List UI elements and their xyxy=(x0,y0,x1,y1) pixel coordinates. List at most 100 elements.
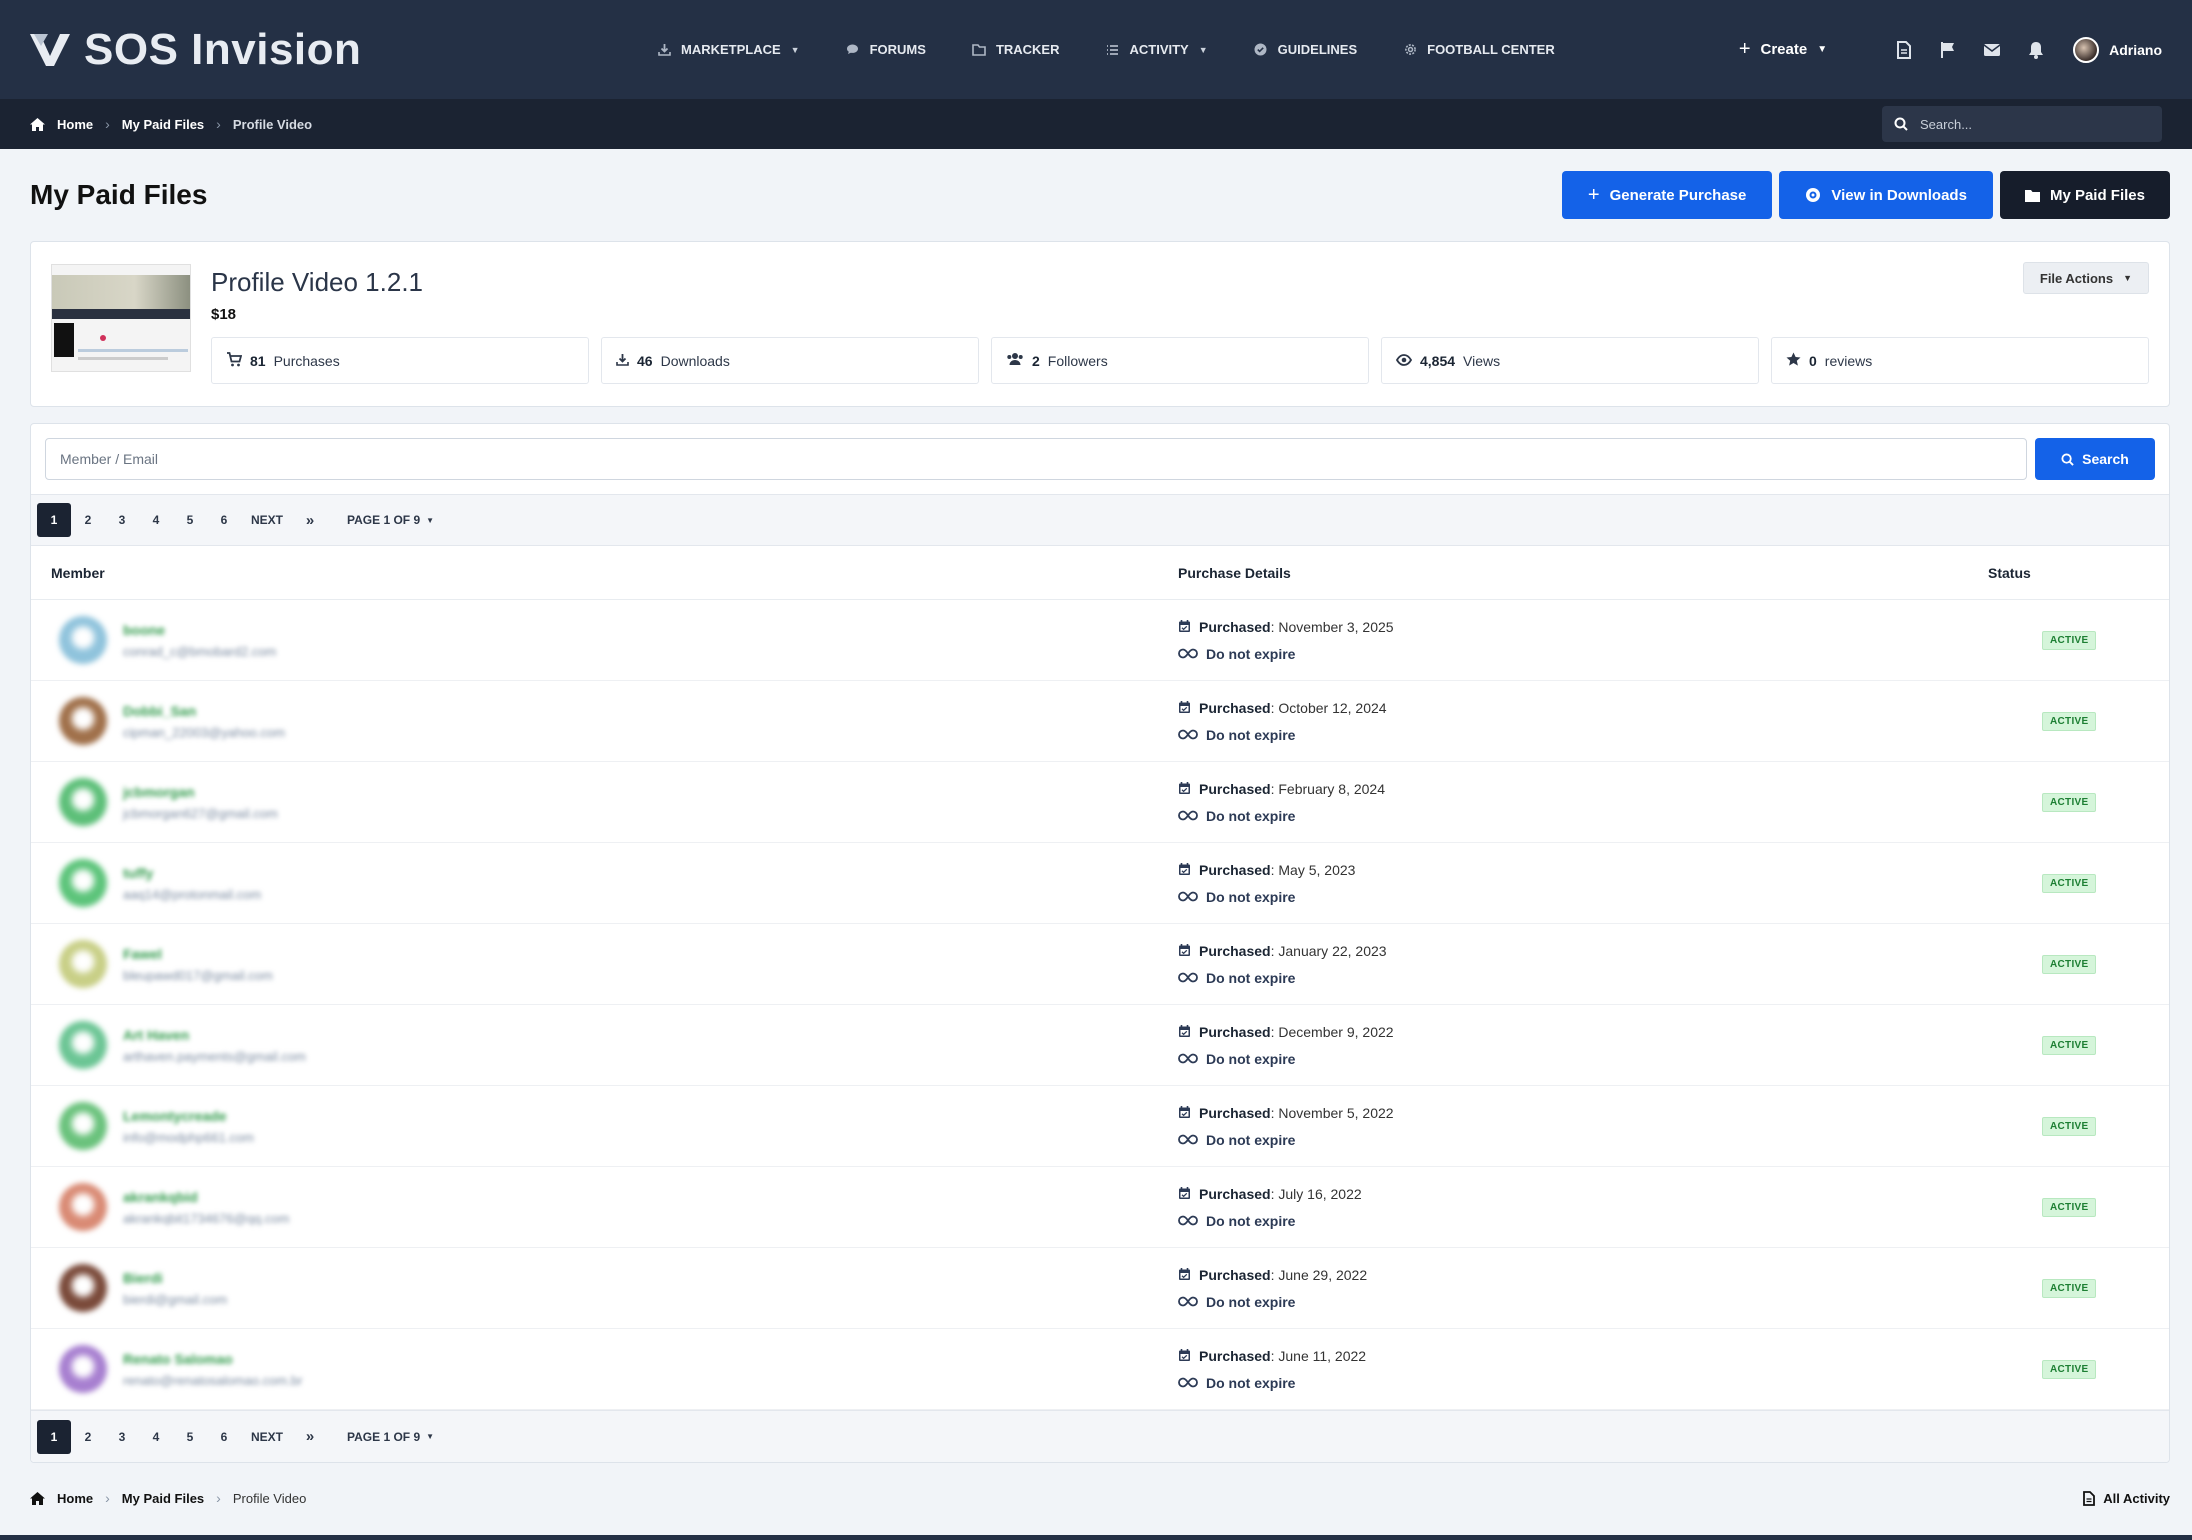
page-jump-dropdown[interactable]: PAGE 1 OF 9 ▼ xyxy=(335,503,446,537)
member-avatar[interactable] xyxy=(59,940,107,988)
purchase-date: November 3, 2025 xyxy=(1278,619,1394,635)
envelope-icon[interactable] xyxy=(1981,39,2003,61)
member-name[interactable]: Fawel xyxy=(123,946,273,962)
nav-football-center[interactable]: FOOTBALL CENTER xyxy=(1403,42,1555,57)
purchase-details: Purchased: June 29, 2022 Do not expire xyxy=(1178,1267,1988,1310)
breadcrumb-bar: Home › My Paid Files › Profile Video Sea… xyxy=(0,99,2192,149)
table-row: tuffy aaq14@protonmail.com Purchased: May … xyxy=(31,843,2169,924)
page-6-button[interactable]: 6 xyxy=(207,503,241,537)
home-icon xyxy=(30,117,45,131)
member-name[interactable]: tuffy xyxy=(123,865,261,881)
last-page-button[interactable]: » xyxy=(293,1420,327,1454)
global-search[interactable]: Search... xyxy=(1882,106,2162,142)
user-name[interactable]: Adriano xyxy=(2109,42,2162,58)
member-name[interactable]: boone xyxy=(123,622,276,638)
member-name[interactable]: Renato Salomao xyxy=(123,1351,302,1367)
file-title[interactable]: Profile Video 1.2.1 xyxy=(211,267,2149,298)
breadcrumb-section[interactable]: My Paid Files xyxy=(122,117,204,132)
expiry-text: Do not expire xyxy=(1206,969,1296,986)
calendar-icon xyxy=(1178,1024,1191,1041)
expiry-text: Do not expire xyxy=(1206,1050,1296,1067)
page-2-button[interactable]: 2 xyxy=(71,503,105,537)
page-6-button[interactable]: 6 xyxy=(207,1420,241,1454)
member-email: bleupawd017@gmail.com xyxy=(123,967,273,983)
next-page-button[interactable]: NEXT xyxy=(241,1420,293,1454)
page-5-button[interactable]: 5 xyxy=(173,503,207,537)
nav-label: ACTIVITY xyxy=(1129,42,1189,57)
member-name[interactable]: Art Haven xyxy=(123,1027,306,1043)
page-5-button[interactable]: 5 xyxy=(173,1420,207,1454)
member-avatar[interactable] xyxy=(59,859,107,907)
member-text: Renato Salomao renato@renatosalomao.com.b… xyxy=(123,1351,302,1388)
purchase-date-text: Purchased: July 16, 2022 xyxy=(1199,1186,1362,1202)
expiry-text: Do not expire xyxy=(1206,1293,1296,1310)
purchase-date-text: Purchased: February 8, 2024 xyxy=(1199,781,1385,797)
member-avatar[interactable] xyxy=(59,1021,107,1069)
member-avatar[interactable] xyxy=(59,616,107,664)
page-jump-dropdown[interactable]: PAGE 1 OF 9 ▼ xyxy=(335,1420,446,1454)
member-avatar[interactable] xyxy=(59,1102,107,1150)
member-email-input[interactable] xyxy=(45,438,2027,480)
page-3-button[interactable]: 3 xyxy=(105,1420,139,1454)
my-paid-files-button[interactable]: My Paid Files xyxy=(1999,171,2170,219)
footer-breadcrumb-section[interactable]: My Paid Files xyxy=(122,1491,204,1506)
status-cell: ACTIVE xyxy=(1988,711,2149,731)
eye-icon xyxy=(1395,353,1413,369)
stat-value: 0 xyxy=(1809,352,1817,369)
member-avatar[interactable] xyxy=(59,697,107,745)
next-page-button[interactable]: NEXT xyxy=(241,503,293,537)
expiry-line: Do not expire xyxy=(1178,970,1988,986)
flag-icon[interactable] xyxy=(1937,39,1959,61)
document-icon[interactable] xyxy=(1893,39,1915,61)
member-avatar[interactable] xyxy=(59,778,107,826)
page-3-button[interactable]: 3 xyxy=(105,503,139,537)
expiry-text: Do not expire xyxy=(1206,645,1296,662)
page-1-button[interactable]: 1 xyxy=(37,503,71,537)
member-avatar[interactable] xyxy=(59,1183,107,1231)
member-email: akrankqbit1734676@qq.com xyxy=(123,1210,290,1226)
footer-breadcrumb-home[interactable]: Home xyxy=(57,1491,93,1506)
purchased-label: Purchased xyxy=(1199,862,1271,878)
bell-icon[interactable] xyxy=(2025,39,2047,61)
member-avatar[interactable] xyxy=(59,1345,107,1393)
purchase-details-cell: Purchased: June 11, 2022 Do not expire xyxy=(1178,1348,1988,1391)
create-button[interactable]: + Create ▼ xyxy=(1739,38,1827,61)
nav-marketplace[interactable]: MARKETPLACE ▼ xyxy=(657,42,800,57)
pagination-bottom: 1 2 3 4 5 6 NEXT» PAGE 1 OF 9 ▼ xyxy=(31,1410,2169,1462)
nav-tracker[interactable]: TRACKER xyxy=(972,42,1060,57)
page-2-button[interactable]: 2 xyxy=(71,1420,105,1454)
generate-purchase-button[interactable]: + Generate Purchase xyxy=(1561,171,1773,219)
last-page-button[interactable]: » xyxy=(293,503,327,537)
calendar-icon xyxy=(1178,943,1191,960)
breadcrumb-home[interactable]: Home xyxy=(57,117,93,132)
member-avatar[interactable] xyxy=(59,1264,107,1312)
view-in-downloads-button[interactable]: View in Downloads xyxy=(1779,171,1993,219)
table-row: Fawel bleupawd017@gmail.com Purchased: Jan… xyxy=(31,924,2169,1005)
user-avatar[interactable] xyxy=(2073,36,2100,63)
file-thumbnail[interactable] xyxy=(51,264,191,372)
member-name[interactable]: jcbmorgan xyxy=(123,784,278,800)
purchase-details-cell: Purchased: October 12, 2024 Do not expire xyxy=(1178,700,1988,743)
member-filter: Search xyxy=(31,424,2169,494)
member-name[interactable]: Dobbi_San xyxy=(123,703,285,719)
nav-guidelines[interactable]: GUIDELINES xyxy=(1254,42,1357,57)
member-cell: Dobbi_San cipman_22003@yahoo.com xyxy=(51,697,1178,745)
member-name[interactable]: Lemontycreade xyxy=(123,1108,254,1124)
file-actions-button[interactable]: File Actions ▼ xyxy=(2022,262,2149,294)
member-name[interactable]: akrankqbid xyxy=(123,1189,289,1205)
page-4-button[interactable]: 4 xyxy=(139,1420,173,1454)
site-logo[interactable]: SOS Invision xyxy=(30,25,630,75)
all-activity-link[interactable]: All Activity xyxy=(2083,1491,2170,1506)
member-search-button[interactable]: Search xyxy=(2035,438,2155,480)
status-cell: ACTIVE xyxy=(1988,1197,2149,1217)
page-4-button[interactable]: 4 xyxy=(139,503,173,537)
infinity-icon xyxy=(1178,1213,1198,1229)
page-header: My Paid Files + Generate Purchase View i… xyxy=(0,149,2192,241)
purchase-details: Purchased: May 5, 2023 Do not expire xyxy=(1178,862,1988,905)
purchase-details-cell: Purchased: November 5, 2022 Do not expire xyxy=(1178,1105,1988,1148)
plus-icon: + xyxy=(1587,183,1600,206)
nav-activity[interactable]: ACTIVITY ▼ xyxy=(1106,42,1208,57)
nav-forums[interactable]: FORUMS xyxy=(846,42,926,57)
member-name[interactable]: Bierdi xyxy=(123,1270,227,1286)
page-1-button[interactable]: 1 xyxy=(37,1419,71,1454)
